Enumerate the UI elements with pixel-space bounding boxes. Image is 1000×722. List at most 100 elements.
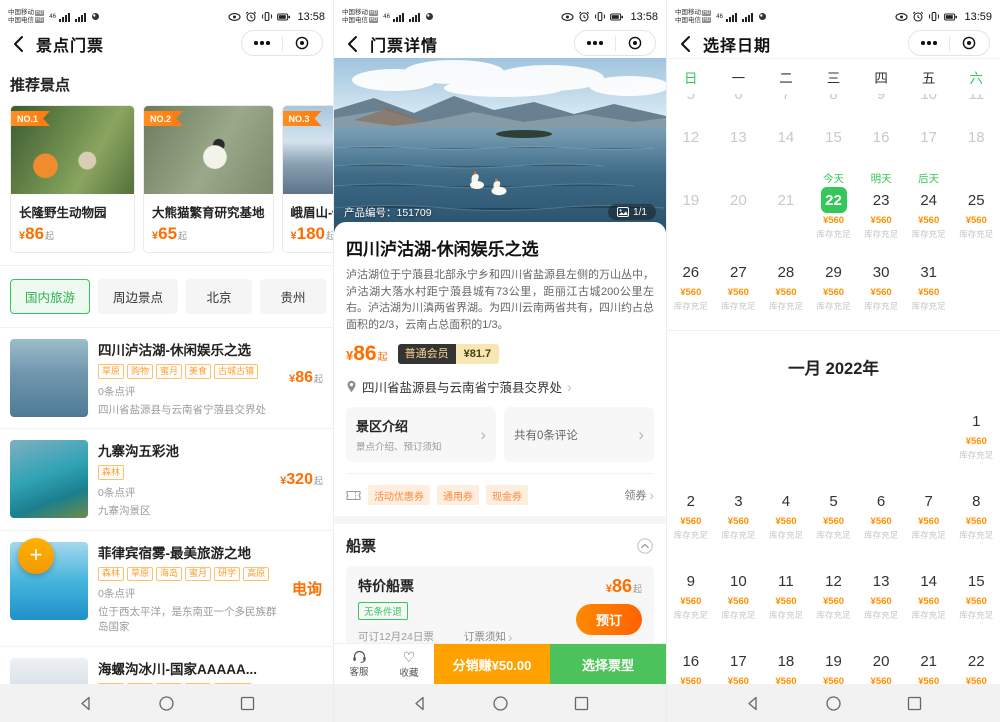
calendar-day-cell[interactable]: 6: [715, 94, 763, 111]
calendar-day-cell[interactable]: 27 ¥560 库存充足: [715, 246, 763, 326]
calendar-day-cell[interactable]: 9: [857, 94, 905, 111]
filter-tab[interactable]: 国内旅游: [10, 279, 90, 314]
ranked-attraction-card[interactable]: NO.2 大熊猫繁育研究基地 ¥65起: [143, 105, 274, 253]
calendar-day-cell[interactable]: 14 ¥560 库存充足: [905, 555, 953, 635]
booking-notice-link[interactable]: 订票须知›: [464, 629, 513, 644]
book-button[interactable]: 预订: [576, 604, 642, 635]
android-back-button[interactable]: [411, 695, 428, 712]
scenic-intro-card[interactable]: 景区介绍景点介绍、预订须知 ›: [346, 407, 496, 462]
android-home-button[interactable]: [158, 695, 175, 712]
calendar-day-cell[interactable]: 28 ¥560 库存充足: [762, 246, 810, 326]
filter-tab[interactable]: 北京: [186, 279, 252, 314]
calendar-day-cell[interactable]: 13: [715, 111, 763, 163]
android-recents-button[interactable]: [906, 695, 923, 712]
calendar-day-cell[interactable]: 15: [810, 111, 858, 163]
calendar-day-cell[interactable]: 26 ¥560 库存充足: [667, 246, 715, 326]
collapse-button[interactable]: [636, 537, 654, 555]
heart-icon: ♡: [403, 650, 416, 664]
android-back-button[interactable]: [744, 695, 761, 712]
calendar-day-cell[interactable]: 1 ¥560 库存充足: [952, 395, 1000, 475]
calendar-day-cell[interactable]: 29 ¥560 库存充足: [810, 246, 858, 326]
more-menu-button[interactable]: [575, 31, 615, 55]
calendar-day-cell[interactable]: 19: [667, 163, 715, 246]
calendar-day-cell[interactable]: 10 ¥560 库存充足: [715, 555, 763, 635]
calendar-day-cell[interactable]: 9 ¥560 库存充足: [667, 555, 715, 635]
more-menu-button[interactable]: [909, 31, 949, 55]
close-minimize-button[interactable]: [950, 31, 990, 55]
calendar-day-cell[interactable]: 15 ¥560 库存充足: [952, 555, 1000, 635]
reviews-card[interactable]: 共有0条评论 ›: [504, 407, 654, 462]
android-home-button[interactable]: [825, 695, 842, 712]
calendar-day-cell[interactable]: [667, 395, 715, 475]
chevron-right-icon: ›: [649, 488, 654, 502]
calendar-day-cell[interactable]: 7: [762, 94, 810, 111]
calendar-day-cell[interactable]: [810, 395, 858, 475]
hero-image[interactable]: 产品编号：151709 1/1: [334, 58, 666, 232]
calendar-day-cell[interactable]: 3 ¥560 库存充足: [715, 475, 763, 555]
get-coupon-button[interactable]: 领券›: [624, 487, 654, 503]
close-minimize-button[interactable]: [283, 31, 323, 55]
member-price-tag: 普通会员¥81.7: [398, 344, 500, 365]
list-item[interactable]: 九寨沟五彩池 森林 0条点评 九寨沟景区 ¥320起: [0, 429, 333, 530]
more-menu-button[interactable]: [242, 31, 282, 55]
choose-ticket-type-button[interactable]: 选择票型: [550, 644, 666, 684]
address-row[interactable]: 四川省盐源县与云南省宁蒗县交界处 ›: [346, 377, 654, 396]
close-minimize-button[interactable]: [616, 31, 656, 55]
commission-button[interactable]: 分销赚¥50.00: [434, 644, 550, 684]
android-home-button[interactable]: [492, 695, 509, 712]
calendar-day-cell[interactable]: 31 ¥560 库存充足: [905, 246, 953, 326]
day-price: ¥560: [823, 596, 844, 607]
alarm-icon: [912, 11, 924, 22]
calendar-day-cell[interactable]: [715, 395, 763, 475]
calendar-day-cell[interactable]: 8: [810, 94, 858, 111]
calendar-day-cell[interactable]: 4 ¥560 库存充足: [762, 475, 810, 555]
calendar-day-cell[interactable]: 后天 24 ¥560 库存充足: [905, 163, 953, 246]
calendar-day-cell[interactable]: 今天 22 ¥560 库存充足: [810, 163, 858, 246]
price-from: ¥86起: [346, 342, 388, 366]
calendar-day-cell[interactable]: [905, 395, 953, 475]
calendar-day-cell[interactable]: 5 ¥560 库存充足: [810, 475, 858, 555]
ranked-attraction-card[interactable]: NO.3 峨眉山-佛 ¥180起: [282, 105, 333, 253]
calendar-day-cell[interactable]: 2 ¥560 库存充足: [667, 475, 715, 555]
calendar-day-cell[interactable]: [857, 395, 905, 475]
boat-ticket-card[interactable]: 特价船票 无条件退 可订12月24日票 订票须知› ¥86起 预订: [346, 566, 654, 654]
back-button[interactable]: [12, 35, 24, 53]
calendar-day-cell[interactable]: 16: [857, 111, 905, 163]
ranked-attraction-card[interactable]: NO.1 长隆野生动物园 ¥86起: [10, 105, 135, 253]
back-button[interactable]: [346, 35, 358, 53]
calendar-day-cell[interactable]: 6 ¥560 库存充足: [857, 475, 905, 555]
android-recents-button[interactable]: [573, 695, 590, 712]
list-item[interactable]: 四川泸沽湖-休闲娱乐之选 草原购物蜜月美食古城古镇 0条点评 四川省盐源县与云南…: [0, 328, 333, 429]
calendar-day-cell[interactable]: 21: [762, 163, 810, 246]
calendar-day-cell[interactable]: 25 ¥560 库存充足: [952, 163, 1000, 246]
day-number: 25: [968, 192, 985, 209]
calendar-day-cell[interactable]: 11 ¥560 库存充足: [762, 555, 810, 635]
customer-service-button[interactable]: 客服: [334, 644, 384, 684]
calendar-day-cell[interactable]: [762, 395, 810, 475]
calendar-day-cell[interactable]: 14: [762, 111, 810, 163]
calendar-day-cell[interactable]: 5: [667, 94, 715, 111]
day-price: ¥560: [871, 516, 892, 527]
calendar-day-cell[interactable]: 30 ¥560 库存充足: [857, 246, 905, 326]
calendar-day-cell[interactable]: 明天 23 ¥560 库存充足: [857, 163, 905, 246]
favorite-button[interactable]: ♡ 收藏: [384, 644, 434, 684]
android-recents-button[interactable]: [239, 695, 256, 712]
calendar-day-cell[interactable]: 12: [667, 111, 715, 163]
calendar-day-cell[interactable]: 18: [952, 111, 1000, 163]
calendar-day-cell[interactable]: [952, 246, 1000, 326]
back-button[interactable]: [679, 35, 691, 53]
calendar-day-cell[interactable]: 10: [905, 94, 953, 111]
add-floating-button[interactable]: +: [18, 538, 54, 574]
filter-tab[interactable]: 周边景点: [98, 279, 178, 314]
day-number: 11: [778, 573, 794, 590]
calendar-day-cell[interactable]: 8 ¥560 库存充足: [952, 475, 1000, 555]
filter-tab[interactable]: 贵州: [260, 279, 326, 314]
calendar-day-cell[interactable]: 12 ¥560 库存充足: [810, 555, 858, 635]
android-back-button[interactable]: [77, 695, 94, 712]
info-cards: 景区介绍景点介绍、预订须知 › 共有0条评论 ›: [346, 407, 654, 462]
calendar-day-cell[interactable]: 13 ¥560 库存充足: [857, 555, 905, 635]
calendar-day-cell[interactable]: 7 ¥560 库存充足: [905, 475, 953, 555]
calendar-day-cell[interactable]: 20: [715, 163, 763, 246]
calendar-day-cell[interactable]: 11: [952, 94, 1000, 111]
calendar-day-cell[interactable]: 17: [905, 111, 953, 163]
